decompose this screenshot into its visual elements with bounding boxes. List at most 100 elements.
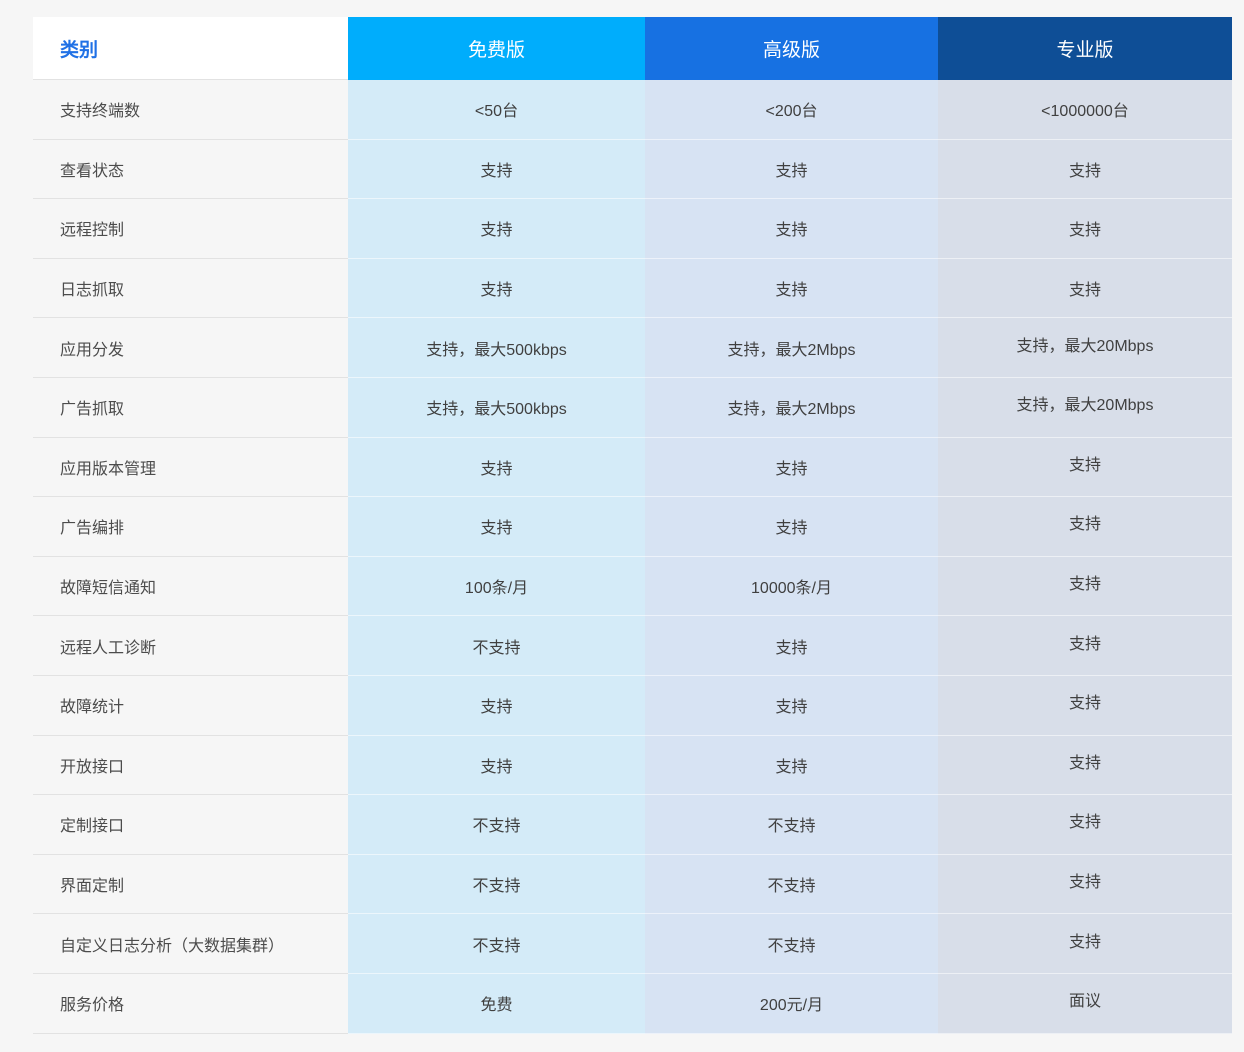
pro-plan-value: 支持 — [1069, 276, 1101, 300]
pro-plan-cell: 支持，最大20Mbps — [938, 378, 1232, 438]
premium-plan-cell: 支持 — [645, 616, 938, 676]
premium-plan-value: 200元/月 — [760, 991, 823, 1015]
pro-plan-header: 专业版 — [938, 17, 1232, 80]
pro-plan-value: 支持 — [1069, 157, 1101, 181]
free-plan-value: 支持，最大500kbps — [426, 336, 567, 360]
pro-plan-cell: 支持 — [938, 795, 1232, 855]
pro-plan-value: 支持 — [1069, 451, 1101, 475]
premium-plan-value: 支持 — [775, 514, 807, 538]
free-plan-value: 不支持 — [472, 812, 520, 836]
premium-plan-cell: <200台 — [645, 80, 938, 140]
pro-plan-cell: 支持 — [938, 140, 1232, 200]
pro-plan-value: 支持 — [1069, 630, 1101, 654]
premium-plan-cell: 支持 — [645, 736, 938, 796]
feature-label: 应用分发 — [33, 318, 348, 378]
pro-plan-cell: 支持 — [938, 438, 1232, 498]
table-row: 查看状态 支持 支持 支持 — [33, 140, 1232, 200]
pro-plan-value: 支持 — [1069, 749, 1101, 773]
category-column-header: 类别 — [33, 17, 348, 80]
pro-plan-value: 支持 — [1069, 510, 1101, 534]
free-plan-value: 支持 — [480, 276, 512, 300]
premium-plan-value: 支持 — [775, 693, 807, 717]
premium-plan-cell: 支持 — [645, 676, 938, 736]
free-plan-value: 支持 — [480, 216, 512, 240]
table-row: 开放接口 支持 支持 支持 — [33, 736, 1232, 796]
pro-plan-cell: 支持 — [938, 497, 1232, 557]
plan-comparison-table: 类别 免费版 高级版 专业版 支持终端数 <50台 <200台 <1000000… — [33, 17, 1232, 1034]
free-plan-cell: 不支持 — [348, 855, 645, 915]
pro-plan-cell: 支持 — [938, 199, 1232, 259]
pro-plan-value: 支持，最大20Mbps — [1017, 332, 1154, 356]
premium-plan-value: 不支持 — [767, 872, 815, 896]
free-plan-cell: 不支持 — [348, 795, 645, 855]
premium-plan-value: 支持 — [775, 455, 807, 479]
premium-plan-cell: 支持，最大2Mbps — [645, 318, 938, 378]
premium-plan-header: 高级版 — [645, 17, 938, 80]
pro-plan-value: 支持 — [1069, 570, 1101, 594]
pro-plan-cell: 支持 — [938, 616, 1232, 676]
table-row: 广告编排 支持 支持 支持 — [33, 497, 1232, 557]
pro-plan-cell: 支持 — [938, 914, 1232, 974]
premium-plan-cell: 10000条/月 — [645, 557, 938, 617]
pro-plan-cell: 支持 — [938, 736, 1232, 796]
pro-plan-value: 支持 — [1069, 808, 1101, 832]
free-plan-value: 不支持 — [472, 932, 520, 956]
premium-plan-value: 支持 — [775, 753, 807, 777]
free-plan-cell: 支持 — [348, 676, 645, 736]
table-row: 自定义日志分析（大数据集群） 不支持 不支持 支持 — [33, 914, 1232, 974]
free-plan-value: 支持 — [480, 514, 512, 538]
pro-plan-value: 支持 — [1069, 868, 1101, 892]
free-plan-cell: <50台 — [348, 80, 645, 140]
free-plan-cell: 支持 — [348, 259, 645, 319]
table-body: 支持终端数 <50台 <200台 <1000000台 查看状态 支持 支持 支持… — [33, 80, 1232, 1034]
pro-plan-cell: <1000000台 — [938, 80, 1232, 140]
free-plan-cell: 支持，最大500kbps — [348, 378, 645, 438]
feature-label: 远程人工诊断 — [33, 616, 348, 676]
free-plan-cell: 不支持 — [348, 616, 645, 676]
free-plan-value: <50台 — [475, 97, 518, 121]
free-plan-header: 免费版 — [348, 17, 645, 80]
premium-plan-cell: 支持 — [645, 199, 938, 259]
feature-label: 广告编排 — [33, 497, 348, 557]
free-plan-value: 支持 — [480, 753, 512, 777]
premium-plan-value: 支持 — [775, 276, 807, 300]
free-plan-value: 支持 — [480, 157, 512, 181]
pro-plan-cell: 支持 — [938, 259, 1232, 319]
feature-label: 故障短信通知 — [33, 557, 348, 617]
feature-label: 应用版本管理 — [33, 438, 348, 498]
free-plan-value: 不支持 — [472, 872, 520, 896]
free-plan-value: 支持，最大500kbps — [426, 395, 567, 419]
table-row: 故障统计 支持 支持 支持 — [33, 676, 1232, 736]
pro-plan-value: 面议 — [1069, 987, 1101, 1011]
table-row: 广告抓取 支持，最大500kbps 支持，最大2Mbps 支持，最大20Mbps — [33, 378, 1232, 438]
pro-plan-cell: 支持 — [938, 855, 1232, 915]
premium-plan-cell: 不支持 — [645, 795, 938, 855]
premium-plan-cell: 不支持 — [645, 855, 938, 915]
feature-label: 定制接口 — [33, 795, 348, 855]
premium-plan-value: 支持 — [775, 634, 807, 658]
pro-plan-value: 支持，最大20Mbps — [1017, 391, 1154, 415]
table-row: 服务价格 免费 200元/月 面议 — [33, 974, 1232, 1034]
free-plan-cell: 支持 — [348, 199, 645, 259]
free-plan-cell: 支持，最大500kbps — [348, 318, 645, 378]
premium-plan-value: 支持，最大2Mbps — [727, 336, 855, 360]
premium-plan-cell: 支持 — [645, 438, 938, 498]
premium-plan-value: 不支持 — [767, 812, 815, 836]
feature-label: 广告抓取 — [33, 378, 348, 438]
feature-label: 故障统计 — [33, 676, 348, 736]
free-plan-value: 支持 — [480, 455, 512, 479]
premium-plan-cell: 支持 — [645, 497, 938, 557]
free-plan-value: 不支持 — [472, 634, 520, 658]
feature-label: 日志抓取 — [33, 259, 348, 319]
table-row: 支持终端数 <50台 <200台 <1000000台 — [33, 80, 1232, 140]
table-row: 应用分发 支持，最大500kbps 支持，最大2Mbps 支持，最大20Mbps — [33, 318, 1232, 378]
free-plan-cell: 支持 — [348, 140, 645, 200]
free-plan-cell: 支持 — [348, 736, 645, 796]
feature-label: 远程控制 — [33, 199, 348, 259]
pro-plan-cell: 支持，最大20Mbps — [938, 318, 1232, 378]
pro-plan-cell: 支持 — [938, 676, 1232, 736]
premium-plan-value: 支持 — [775, 216, 807, 240]
free-plan-cell: 不支持 — [348, 914, 645, 974]
feature-label: 支持终端数 — [33, 80, 348, 140]
feature-label: 界面定制 — [33, 855, 348, 915]
